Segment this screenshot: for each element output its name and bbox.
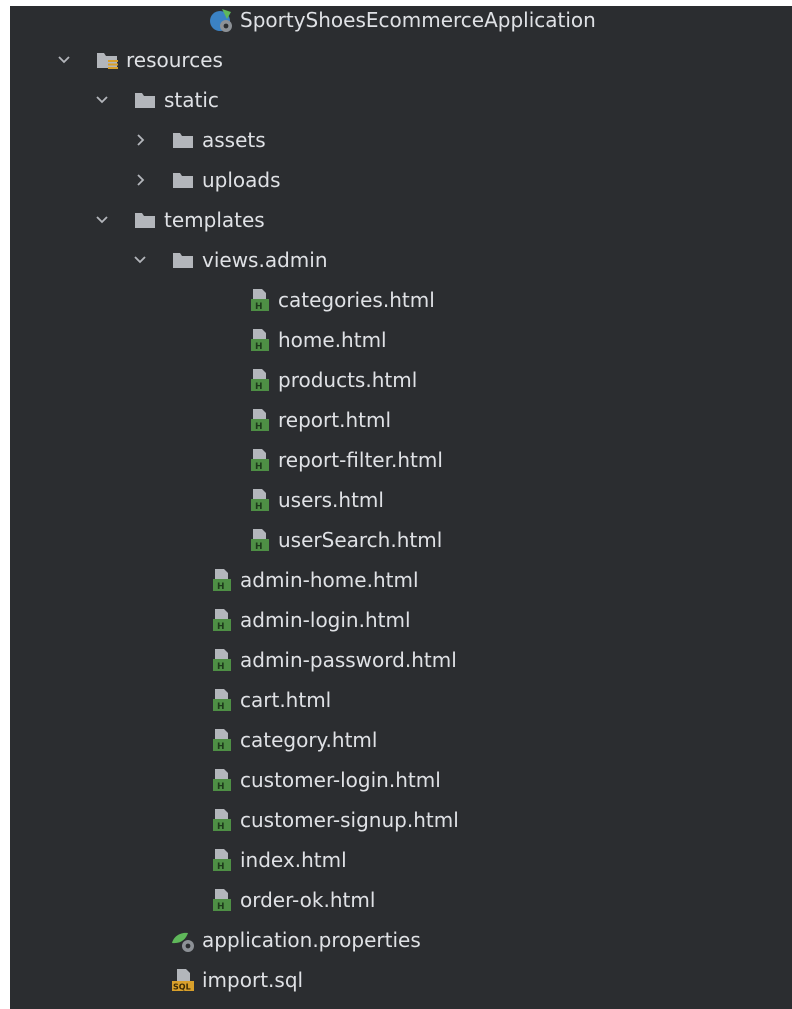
tree-node-admin-password-html[interactable]: Hadmin-password.html <box>10 640 792 680</box>
tree-node-categories-html[interactable]: Hcategories.html <box>10 280 792 320</box>
tree-node-label: index.html <box>240 848 347 872</box>
html-file-icon: H <box>246 527 272 553</box>
svg-text:H: H <box>217 622 225 632</box>
tree-node-views-admin[interactable]: views.admin <box>10 240 792 280</box>
chevron-right-icon[interactable] <box>132 132 148 148</box>
html-file-icon: H <box>246 287 272 313</box>
svg-text:H: H <box>255 302 263 312</box>
tree-node-label: SportyShoesEcommerceApplication <box>240 8 596 32</box>
tree-node-label: resources <box>126 48 223 72</box>
tree-node-label: report.html <box>278 408 391 432</box>
tree-node-report-html[interactable]: Hreport.html <box>10 400 792 440</box>
tree-node-label: import.sql <box>202 968 304 992</box>
spring-properties-icon <box>170 927 196 953</box>
tree-node-assets[interactable]: assets <box>10 120 792 160</box>
html-file-icon: H <box>208 887 234 913</box>
html-file-icon: H <box>208 567 234 593</box>
tree-node-label: static <box>164 88 219 112</box>
svg-text:H: H <box>255 342 263 352</box>
svg-text:H: H <box>217 862 225 872</box>
tree-node-label: customer-login.html <box>240 768 441 792</box>
html-file-icon: H <box>208 807 234 833</box>
spring-application-icon <box>208 7 234 33</box>
tree-node-label: order-ok.html <box>240 888 376 912</box>
tree-node-index-html[interactable]: Hindex.html <box>10 840 792 880</box>
tree-node-label: cart.html <box>240 688 332 712</box>
tree-node-label: assets <box>202 128 266 152</box>
html-file-icon: H <box>246 447 272 473</box>
tree-node-label: admin-login.html <box>240 608 411 632</box>
html-file-icon: H <box>208 687 234 713</box>
tree-node-admin-login-html[interactable]: Hadmin-login.html <box>10 600 792 640</box>
svg-text:H: H <box>255 462 263 472</box>
tree-node-report-filter-html[interactable]: Hreport-filter.html <box>10 440 792 480</box>
tree-node-label: uploads <box>202 168 281 192</box>
tree-node-users-html[interactable]: Husers.html <box>10 480 792 520</box>
html-file-icon: H <box>246 327 272 353</box>
html-file-icon: H <box>208 767 234 793</box>
svg-text:H: H <box>217 742 225 752</box>
folder-icon <box>132 207 158 233</box>
tree-node-uploads[interactable]: uploads <box>10 160 792 200</box>
chevron-right-icon[interactable] <box>132 172 148 188</box>
tree-node-order-ok-html[interactable]: Horder-ok.html <box>10 880 792 920</box>
project-tree-panel: SportyShoesEcommerceApplication resources… <box>10 6 792 1009</box>
tree-node-import-sql[interactable]: SQL import.sql <box>10 960 792 1000</box>
html-file-icon: H <box>246 367 272 393</box>
svg-text:H: H <box>255 422 263 432</box>
tree-node-customer-signup-html[interactable]: Hcustomer-signup.html <box>10 800 792 840</box>
tree-node-customer-login-html[interactable]: Hcustomer-login.html <box>10 760 792 800</box>
tree-node-home-html[interactable]: Hhome.html <box>10 320 792 360</box>
tree-node-label: userSearch.html <box>278 528 443 552</box>
tree-node-sportyshoesecommerceapplication[interactable]: SportyShoesEcommerceApplication <box>10 6 792 40</box>
chevron-down-icon[interactable] <box>132 252 148 268</box>
svg-text:H: H <box>217 782 225 792</box>
tree-node-label: admin-password.html <box>240 648 457 672</box>
tree-node-label: home.html <box>278 328 387 352</box>
svg-text:H: H <box>217 662 225 672</box>
tree-node-products-html[interactable]: Hproducts.html <box>10 360 792 400</box>
folder-icon <box>132 87 158 113</box>
folder-icon <box>170 167 196 193</box>
tree-node-resources[interactable]: resources <box>10 40 792 80</box>
svg-text:H: H <box>217 902 225 912</box>
tree-node-usersearch-html[interactable]: HuserSearch.html <box>10 520 792 560</box>
tree-node-cart-html[interactable]: Hcart.html <box>10 680 792 720</box>
tree-node-label: application.properties <box>202 928 421 952</box>
svg-text:H: H <box>255 382 263 392</box>
tree-node-label: admin-home.html <box>240 568 419 592</box>
html-file-icon: H <box>208 607 234 633</box>
tree-node-application-properties[interactable]: application.properties <box>10 920 792 960</box>
tree-node-static[interactable]: static <box>10 80 792 120</box>
tree-node-label: customer-signup.html <box>240 808 459 832</box>
sql-file-icon: SQL <box>170 967 196 993</box>
svg-text:H: H <box>217 582 225 592</box>
tree-node-label: report-filter.html <box>278 448 443 472</box>
svg-text:H: H <box>255 542 263 552</box>
tree-node-label: category.html <box>240 728 378 752</box>
chevron-down-icon[interactable] <box>94 212 110 228</box>
tree-node-label: templates <box>164 208 265 232</box>
html-file-icon: H <box>208 647 234 673</box>
svg-text:H: H <box>255 502 263 512</box>
tree-node-label: users.html <box>278 488 384 512</box>
svg-text:H: H <box>217 702 225 712</box>
tree-node-label: views.admin <box>202 248 328 272</box>
tree-node-label: products.html <box>278 368 418 392</box>
html-file-icon: H <box>208 847 234 873</box>
tree-node-label: categories.html <box>278 288 435 312</box>
chevron-down-icon[interactable] <box>56 52 72 68</box>
folder-icon <box>170 127 196 153</box>
chevron-down-icon[interactable] <box>94 92 110 108</box>
folder-icon <box>170 247 196 273</box>
html-file-icon: H <box>208 727 234 753</box>
html-file-icon: H <box>246 407 272 433</box>
tree-node-admin-home-html[interactable]: Hadmin-home.html <box>10 560 792 600</box>
svg-text:SQL: SQL <box>173 983 191 992</box>
svg-text:H: H <box>217 822 225 832</box>
tree-node-templates[interactable]: templates <box>10 200 792 240</box>
tree-node-category-html[interactable]: Hcategory.html <box>10 720 792 760</box>
resources-folder-icon <box>94 47 120 73</box>
html-file-icon: H <box>246 487 272 513</box>
